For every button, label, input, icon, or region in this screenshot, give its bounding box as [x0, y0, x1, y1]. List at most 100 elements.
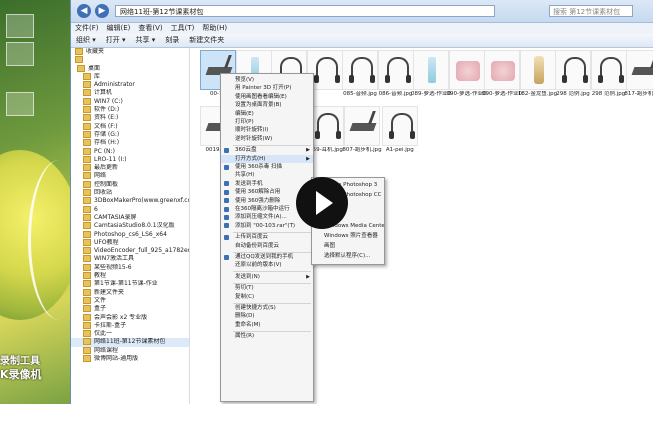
desktop-icon[interactable]	[6, 14, 34, 38]
context-menu-item[interactable]: 发送到手机	[221, 180, 313, 188]
context-menu-item[interactable]: 创建快捷方式(S)	[221, 304, 313, 312]
toolbar-button[interactable]: 组织 ▾	[71, 34, 101, 47]
back-arrow-icon[interactable]: ◀	[77, 4, 91, 18]
menu-item[interactable]: 工具(T)	[167, 23, 199, 34]
sidebar-item[interactable]: 计算机	[71, 89, 189, 97]
product-icon	[455, 61, 480, 81]
desktop-icon[interactable]	[6, 42, 34, 66]
sidebar-item[interactable]: CamtasiaStudio8.0.1汉化版	[71, 222, 189, 230]
sidebar-item[interactable]: WIN7激活工具	[71, 255, 189, 263]
file-tile[interactable]: 817-跑步机.jpg	[624, 50, 653, 100]
toolbar-button[interactable]: 新建文件夹	[184, 34, 229, 47]
sidebar-item[interactable]: 新建文件夹	[71, 288, 189, 297]
file-tile[interactable]: 298 范例.jpg	[553, 50, 593, 100]
context-menu-item[interactable]: 顺时针旋转(I)	[221, 126, 313, 134]
context-menu-item[interactable]: 重命名(M)	[221, 321, 313, 329]
sidebar-item[interactable]: 文件	[71, 296, 189, 305]
folder-icon	[83, 288, 91, 296]
open-with-item[interactable]: Windows 照片查看器	[312, 231, 384, 241]
open-with-item[interactable]: 选择默认程序(C)...	[312, 251, 384, 261]
sidebar-item[interactable]: 微博网站-通用版	[71, 354, 189, 363]
context-menu-item[interactable]: 使用 360杀毒 扫描	[221, 163, 313, 171]
sidebar-item[interactable]: 回收站	[71, 189, 189, 197]
file-tile[interactable]: 807-跑步机.jpg	[342, 106, 382, 156]
sidebar-item[interactable]: UFO教程	[71, 238, 189, 247]
context-menu-item[interactable]: 设置为桌面背景(B)	[221, 101, 313, 109]
sidebar-item[interactable]: 库	[71, 72, 189, 81]
app-icon	[224, 189, 229, 195]
sidebar-item[interactable]: 教程	[71, 272, 189, 280]
context-menu-item[interactable]: 逆时针旋转(W)	[221, 135, 313, 143]
sidebar-item[interactable]: 会声会影 x2 专业版	[71, 313, 189, 322]
play-button-icon[interactable]	[296, 177, 348, 229]
sidebar-item[interactable]: 存档 (H:)	[71, 139, 189, 147]
context-menu-item[interactable]: 打开方式(H) ▶	[221, 154, 313, 163]
menu-item[interactable]: 编辑(E)	[103, 23, 135, 34]
sidebar-item[interactable]: CAMTASIA录屏	[71, 213, 189, 222]
context-menu-item[interactable]: 复制(C)	[221, 293, 313, 301]
context-menu-item[interactable]: 剪切(T)	[221, 284, 313, 292]
sidebar-item[interactable]: 某些视频15-6	[71, 263, 189, 272]
sidebar-item[interactable]	[71, 56, 189, 64]
sidebar-item[interactable]: 卡拉斯-盒子	[71, 321, 189, 330]
sidebar-item-label: Administrator	[94, 81, 135, 89]
desktop-icon[interactable]	[6, 92, 34, 116]
context-menu-item[interactable]: 用 Painter 3D 打开(P)	[221, 84, 313, 92]
file-tile[interactable]: 089-萝选-作业002.jpg	[411, 50, 451, 100]
sidebar-item[interactable]: 文档 (F:)	[71, 122, 189, 131]
sidebar-item[interactable]: 存储 (G:)	[71, 130, 189, 139]
forward-arrow-icon[interactable]: ▶	[95, 4, 109, 18]
file-tile[interactable]: 090-萝选-作业001.jpg	[447, 50, 487, 100]
sidebar-item[interactable]: PC (N:)	[71, 147, 189, 156]
sidebar-item[interactable]: 软件 (D:)	[71, 106, 189, 114]
folder-icon	[83, 305, 91, 313]
context-menu-item[interactable]: 共享(H)	[221, 171, 313, 179]
context-menu-item[interactable]: 添加到 "00-103.rar"(T)	[221, 222, 313, 230]
context-menu-item[interactable]: 属性(R)	[221, 332, 313, 340]
toolbar-button[interactable]: 打开 ▾	[101, 34, 131, 47]
context-menu-item[interactable]: 通过QQ发送到我的手机	[221, 253, 313, 261]
menu-item[interactable]: 查看(V)	[134, 23, 166, 34]
file-tile[interactable]: 182-金龙鱼.jpg	[518, 50, 558, 100]
context-menu-item[interactable]: 使用画图看看编辑(E)	[221, 93, 313, 101]
sidebar-item[interactable]: VideoEncoder_full_925_a1782edf	[71, 247, 189, 255]
sidebar-item[interactable]: 仅此一	[71, 330, 189, 338]
search-input[interactable]: 搜索 第12节课素材包	[549, 5, 633, 17]
sidebar-item[interactable]: 控制面板	[71, 180, 189, 189]
context-menu-item[interactable]: 360云盘 ▶	[221, 146, 313, 154]
context-menu-item[interactable]: 自动备份到百度云	[221, 242, 313, 250]
file-tile[interactable]: 298 范例.jpg	[589, 50, 629, 100]
sidebar-item[interactable]: 盒子	[71, 305, 189, 313]
sidebar-item[interactable]: 网络11班-第12节课素材包	[71, 338, 189, 347]
sidebar-item[interactable]: Administrator	[71, 81, 189, 89]
file-tile[interactable]: 090-萝选-作业002.jpg	[482, 50, 522, 100]
context-menu-item[interactable]: 预览(V)	[221, 76, 313, 84]
file-tile[interactable]: 085-音频.jpg	[340, 50, 380, 100]
open-with-item[interactable]: 画图	[312, 241, 384, 251]
context-menu-item[interactable]: 发送到(N) ▶	[221, 273, 313, 281]
sidebar-item[interactable]: 网络课程	[71, 346, 189, 355]
sidebar-item[interactable]: 网络	[71, 172, 189, 180]
sidebar-item[interactable]: 桌面	[71, 64, 189, 73]
toolbar-button[interactable]: 共享 ▾	[131, 34, 161, 47]
sidebar-item[interactable]: 第1节课-第11节课-作业	[71, 280, 189, 288]
context-menu-item[interactable]: 上传到百度云	[221, 233, 313, 241]
file-tile[interactable]: A1-pei.jpg	[380, 106, 420, 156]
menu-item[interactable]: 帮助(H)	[198, 23, 231, 34]
sidebar-item[interactable]: 6	[71, 205, 189, 214]
sidebar-item[interactable]: 资料 (E:)	[71, 114, 189, 122]
file-tile[interactable]: 086-音频.jpg	[376, 50, 416, 100]
sidebar-item[interactable]: LRO-11 (I:)	[71, 155, 189, 164]
context-menu-item[interactable]: 打印(P)	[221, 118, 313, 126]
sidebar-item[interactable]: 最后更新	[71, 164, 189, 172]
context-menu-item[interactable]: 删除(D)	[221, 312, 313, 320]
menu-item[interactable]: 文件(F)	[71, 23, 103, 34]
address-field[interactable]: 网络11班-第12节课素材包	[115, 5, 495, 17]
sidebar-item[interactable]: Photoshop_cs6_LS6_x64	[71, 230, 189, 239]
sidebar-item[interactable]: WIN7 (C:)	[71, 97, 189, 106]
toolbar-button[interactable]: 刻录	[160, 34, 184, 47]
sidebar-item[interactable]: 收藏夹	[71, 48, 189, 56]
sidebar-item[interactable]: 3DBoxMakerPro(www.greenxf.com)	[71, 197, 189, 205]
context-menu-item[interactable]: 编辑(E)	[221, 110, 313, 118]
context-menu-item[interactable]: 还原以前的版本(V)	[221, 261, 313, 269]
